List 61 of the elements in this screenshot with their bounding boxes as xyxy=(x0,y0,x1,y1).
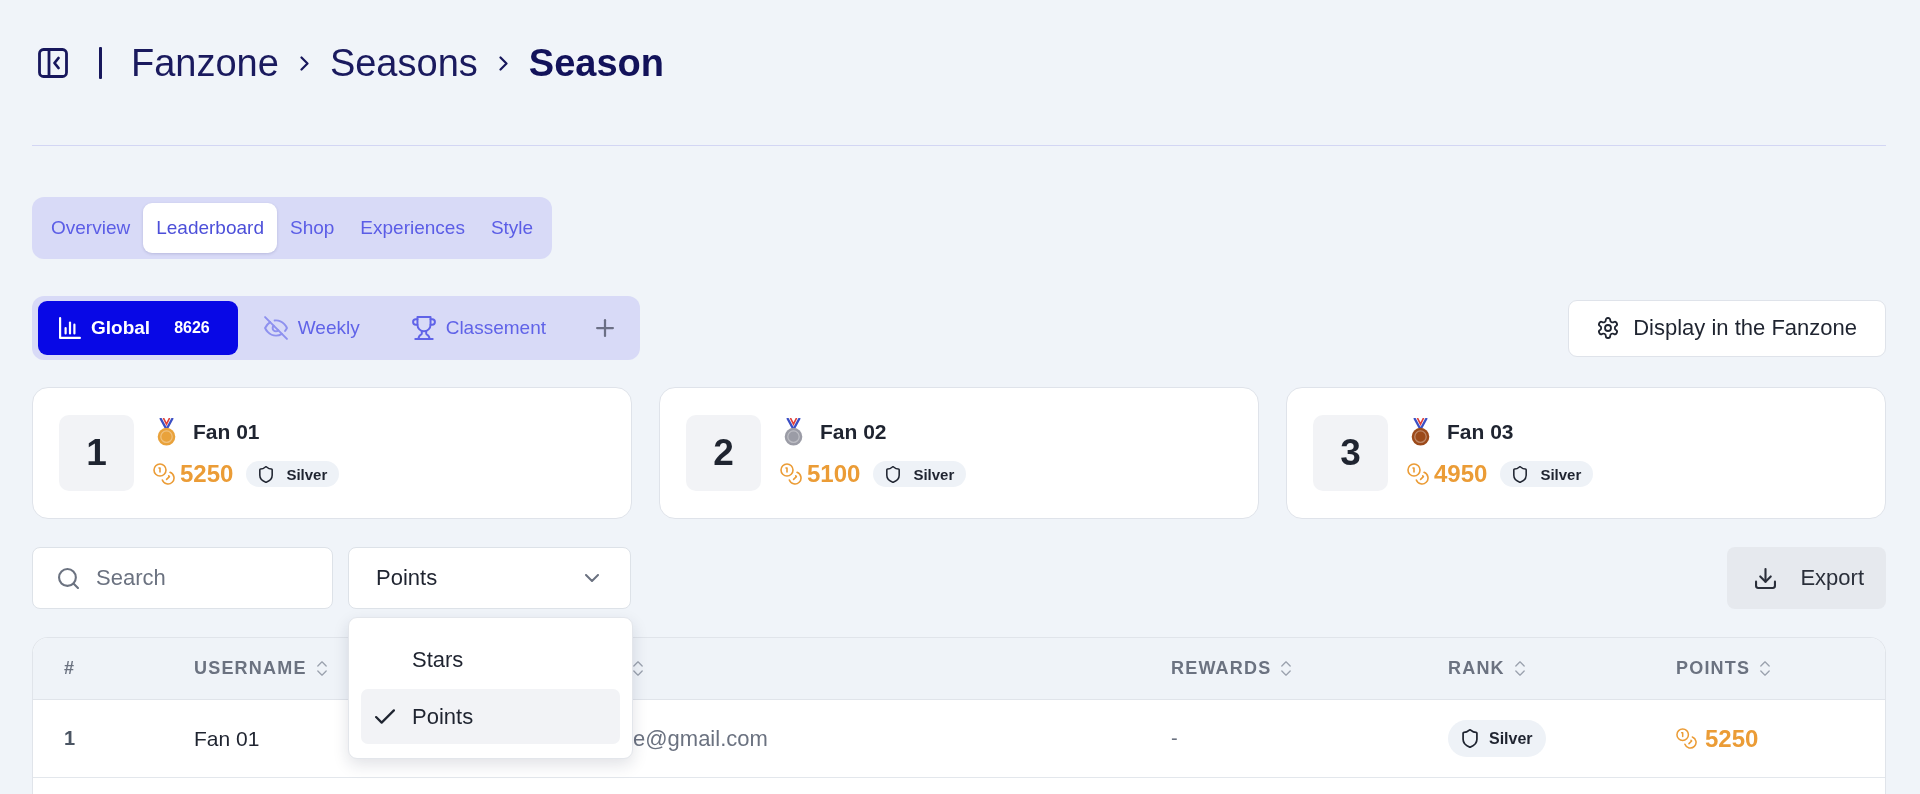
tier-label: Silver xyxy=(913,465,955,483)
panel-left-icon[interactable] xyxy=(38,48,68,78)
sort-icon[interactable] xyxy=(633,661,643,676)
section-tab[interactable]: Overview xyxy=(38,203,144,253)
column-header: # xyxy=(64,658,76,679)
section-tab[interactable]: Style xyxy=(477,203,547,253)
search-icon xyxy=(58,568,79,589)
email: e@gmail.com xyxy=(633,725,768,752)
points-value: 5250 xyxy=(1705,724,1759,753)
breadcrumb-link[interactable]: Seasons xyxy=(329,41,478,85)
rank-tile: 2 xyxy=(686,415,761,491)
dropdown-option[interactable]: Stars xyxy=(361,632,620,687)
dropdown-option[interactable]: Points xyxy=(361,689,620,744)
section-tab[interactable]: Experiences xyxy=(347,203,478,253)
rank-tile: 3 xyxy=(1313,415,1388,491)
points-value: 5100 xyxy=(807,460,861,488)
column-header[interactable]: USERNAME xyxy=(194,658,327,679)
shield-icon xyxy=(886,465,901,483)
section-tab[interactable]: Leaderboard xyxy=(143,203,277,253)
shield-icon xyxy=(1513,465,1528,483)
fan-name: Fan 02 xyxy=(820,420,887,444)
fan-name: Fan 03 xyxy=(1447,420,1514,444)
fan-name: Fan 01 xyxy=(193,420,260,444)
points-value: 5250 xyxy=(180,460,234,488)
coins-icon xyxy=(1407,463,1429,485)
download-icon xyxy=(1755,567,1777,589)
bar-chart-icon xyxy=(59,317,81,339)
tier-label: Silver xyxy=(1489,729,1533,748)
points-value: 4950 xyxy=(1434,460,1488,488)
shield-icon xyxy=(1462,729,1478,748)
breadcrumb-current: Season xyxy=(528,41,664,85)
check-icon xyxy=(375,709,395,724)
ranking-view-tab[interactable]: Global 8626 xyxy=(38,301,238,355)
section-tab[interactable]: Shop xyxy=(276,203,348,253)
eye-off-icon xyxy=(263,316,288,340)
sort-select[interactable]: Points xyxy=(348,547,631,609)
chevron-right-icon xyxy=(299,55,309,71)
chevron-down-icon xyxy=(585,574,599,582)
export-button[interactable]: Export xyxy=(1727,547,1886,609)
tier-label: Silver xyxy=(1540,465,1582,483)
ranking-view-tab[interactable]: Weekly xyxy=(237,301,386,355)
tier-label: Silver xyxy=(286,465,328,483)
search-field[interactable]: Search xyxy=(32,547,333,609)
breadcrumb-link[interactable]: Fanzone xyxy=(131,41,279,85)
ranking-view-tab[interactable]: Classement xyxy=(385,301,572,355)
column-header[interactable]: REWARDS xyxy=(1171,658,1292,679)
shield-icon xyxy=(259,465,274,483)
row-rank: 1 xyxy=(64,727,76,750)
username: Fan 01 xyxy=(194,726,260,751)
coins-icon xyxy=(1676,728,1697,749)
rewards-value: - xyxy=(1171,727,1178,750)
plus-icon xyxy=(596,319,614,337)
coins-icon xyxy=(153,463,175,485)
coins-icon xyxy=(780,463,802,485)
trophy-icon xyxy=(411,316,436,340)
column-header[interactable]: RANK xyxy=(1448,658,1525,679)
rank-tile: 1 xyxy=(59,415,134,491)
column-header[interactable]: POINTS xyxy=(1676,658,1771,679)
display-in-fanzone-button[interactable]: Display in the Fanzone xyxy=(1568,299,1886,357)
chevron-right-icon xyxy=(498,55,508,71)
settings-icon xyxy=(1597,317,1620,339)
